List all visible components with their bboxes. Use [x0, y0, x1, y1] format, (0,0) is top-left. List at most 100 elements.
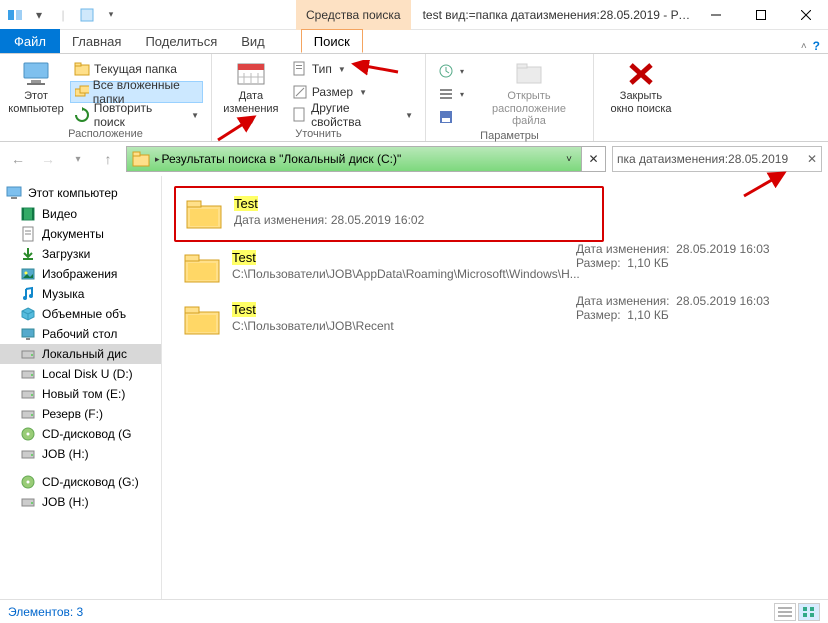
tab-share[interactable]: Поделиться	[133, 29, 229, 53]
result-name: Test	[232, 302, 394, 317]
tab-home[interactable]: Главная	[60, 29, 133, 53]
cube-icon	[20, 306, 36, 322]
address-bar[interactable]: ▸ Результаты поиска в "Локальный диск (C…	[126, 146, 606, 172]
cd-icon	[20, 426, 36, 442]
tree-item[interactable]: Локальный дис	[0, 344, 161, 364]
ribbon-tabs: Файл Главная Поделиться Вид Поиск ˄ ?	[0, 30, 828, 54]
status-bar: Элементов: 3	[0, 599, 828, 623]
ribbon-expand-icon[interactable]: ˄	[801, 41, 807, 52]
nav-tree[interactable]: Этот компьютер Видео ДокументыЗагрузкиИзо…	[0, 176, 162, 599]
all-subfolders-button[interactable]: Все вложенные папки	[70, 81, 203, 103]
tree-root-this-pc[interactable]: Этот компьютер	[0, 182, 161, 204]
tree-item-label: CD-дисковод (G	[42, 427, 131, 441]
main-area: Этот компьютер Видео ДокументыЗагрузкиИзо…	[0, 176, 828, 599]
tree-item-label: Рабочий стол	[42, 327, 117, 341]
tree-item[interactable]: Local Disk U (D:)	[0, 364, 161, 384]
drive-icon	[20, 346, 36, 362]
search-box[interactable]: пка датаизменения:28.05.2019 ✕	[612, 146, 822, 172]
this-pc-button[interactable]: Этот компьютер	[8, 58, 64, 115]
ribbon-group-params: ▾ ▾ Открыть расположение файла Параметры	[426, 54, 594, 141]
icons-view-button[interactable]	[798, 603, 820, 621]
folder-icon	[74, 61, 90, 77]
close-search-button[interactable]: Закрыть окно поиска	[602, 58, 680, 115]
drive-icon	[20, 494, 36, 510]
search-text: пка датаизменения:28.05.2019	[617, 152, 788, 166]
tree-item[interactable]: Новый том (E:)	[0, 384, 161, 404]
qat-dropdown-icon[interactable]: ▾	[28, 4, 50, 26]
result-name: Test	[232, 250, 580, 265]
breadcrumb-text[interactable]: Результаты поиска в "Локальный диск (C:)…	[160, 152, 404, 166]
size-filter-button[interactable]: Размер ▼	[288, 81, 417, 103]
save-search-button[interactable]	[434, 106, 468, 128]
recent-locations-button[interactable]: ▾	[66, 147, 90, 171]
tree-item-label: Видео	[42, 207, 77, 221]
results-pane[interactable]: TestДата изменения: 28.05.2019 16:02Test…	[162, 176, 828, 599]
recent-searches-button[interactable]: ▾	[434, 60, 468, 82]
help-icon[interactable]: ?	[813, 39, 820, 53]
size-label: Размер	[312, 85, 353, 99]
film-icon	[20, 206, 36, 222]
tree-item[interactable]: Видео	[0, 204, 161, 224]
drive-icon	[20, 406, 36, 422]
stop-button[interactable]: ✕	[581, 147, 605, 171]
tree-item[interactable]: CD-дисковод (G	[0, 424, 161, 444]
search-again-button[interactable]: Повторить поиск ▼	[70, 104, 203, 126]
pc-icon	[6, 185, 22, 201]
minimize-button[interactable]	[693, 0, 738, 30]
tree-item[interactable]: Изображения	[0, 264, 161, 284]
result-side-meta: Дата изменения: 28.05.2019 16:03Размер: …	[576, 294, 770, 322]
forward-button[interactable]: →	[36, 147, 60, 171]
date-modified-label: Дата изменения	[223, 90, 278, 115]
tab-view[interactable]: Вид	[229, 29, 277, 53]
advanced-options-button[interactable]: ▾	[434, 83, 468, 105]
date-modified-button[interactable]: Дата изменения▾	[220, 58, 282, 126]
qat-item[interactable]	[76, 4, 98, 26]
type-filter-button[interactable]: Тип ▼	[288, 58, 417, 80]
tree-item-label: Local Disk U (D:)	[42, 367, 133, 381]
clear-search-icon[interactable]: ✕	[807, 152, 817, 166]
open-location-button[interactable]: Открыть расположение файла	[474, 58, 584, 128]
tree-item[interactable]: Резерв (F:)	[0, 404, 161, 424]
chevron-down-icon: ▾	[460, 67, 464, 76]
folder-open-icon	[513, 60, 545, 88]
tree-item[interactable]: Музыка	[0, 284, 161, 304]
tree-item[interactable]: Загрузки	[0, 244, 161, 264]
group-label-location: Расположение	[8, 126, 203, 140]
qat-divider: |	[52, 4, 74, 26]
tree-item[interactable]: Объемные объ	[0, 304, 161, 324]
qat-overflow-icon[interactable]: ▾	[100, 4, 122, 26]
tree-item[interactable]: CD-дисковод (G:)	[0, 472, 161, 492]
tree-item[interactable]: JOB (H:)	[0, 444, 161, 464]
tab-file[interactable]: Файл	[0, 29, 60, 53]
address-dropdown-button[interactable]: ˅	[557, 147, 581, 171]
desk-icon	[20, 326, 36, 342]
result-item[interactable]: TestДата изменения: 28.05.2019 16:02	[174, 186, 604, 242]
tree-item[interactable]: JOB (H:)	[0, 492, 161, 512]
quick-access-toolbar: ▾ | ▾	[0, 4, 126, 26]
ribbon-group-close: Закрыть окно поиска	[594, 54, 688, 141]
result-meta-label: Дата изменения:	[234, 213, 328, 227]
maximize-button[interactable]	[738, 0, 783, 30]
tab-search[interactable]: Поиск	[301, 29, 363, 53]
tree-item-label: CD-дисковод (G:)	[42, 475, 139, 489]
tree-item[interactable]: Документы	[0, 224, 161, 244]
other-props-button[interactable]: Другие свойства ▼	[288, 104, 417, 126]
close-search-label: Закрыть окно поиска	[610, 90, 671, 115]
drive-icon	[20, 386, 36, 402]
result-name: Test	[234, 196, 424, 211]
tree-item-label: JOB (H:)	[42, 495, 89, 509]
clock-icon	[438, 63, 454, 79]
drive-icon	[20, 366, 36, 382]
up-button[interactable]: ↑	[96, 147, 120, 171]
back-button[interactable]: ←	[6, 147, 30, 171]
tree-item-label: Новый том (E:)	[42, 387, 125, 401]
this-pc-label: Этот компьютер	[8, 90, 63, 115]
close-button[interactable]	[783, 0, 828, 30]
details-view-button[interactable]	[774, 603, 796, 621]
app-icon[interactable]	[4, 4, 26, 26]
chevron-down-icon: ▼	[191, 111, 199, 120]
cd-icon	[20, 474, 36, 490]
chevron-down-icon: ▾	[460, 90, 464, 99]
tree-item[interactable]: Рабочий стол	[0, 324, 161, 344]
current-folder-button[interactable]: Текущая папка	[70, 58, 203, 80]
